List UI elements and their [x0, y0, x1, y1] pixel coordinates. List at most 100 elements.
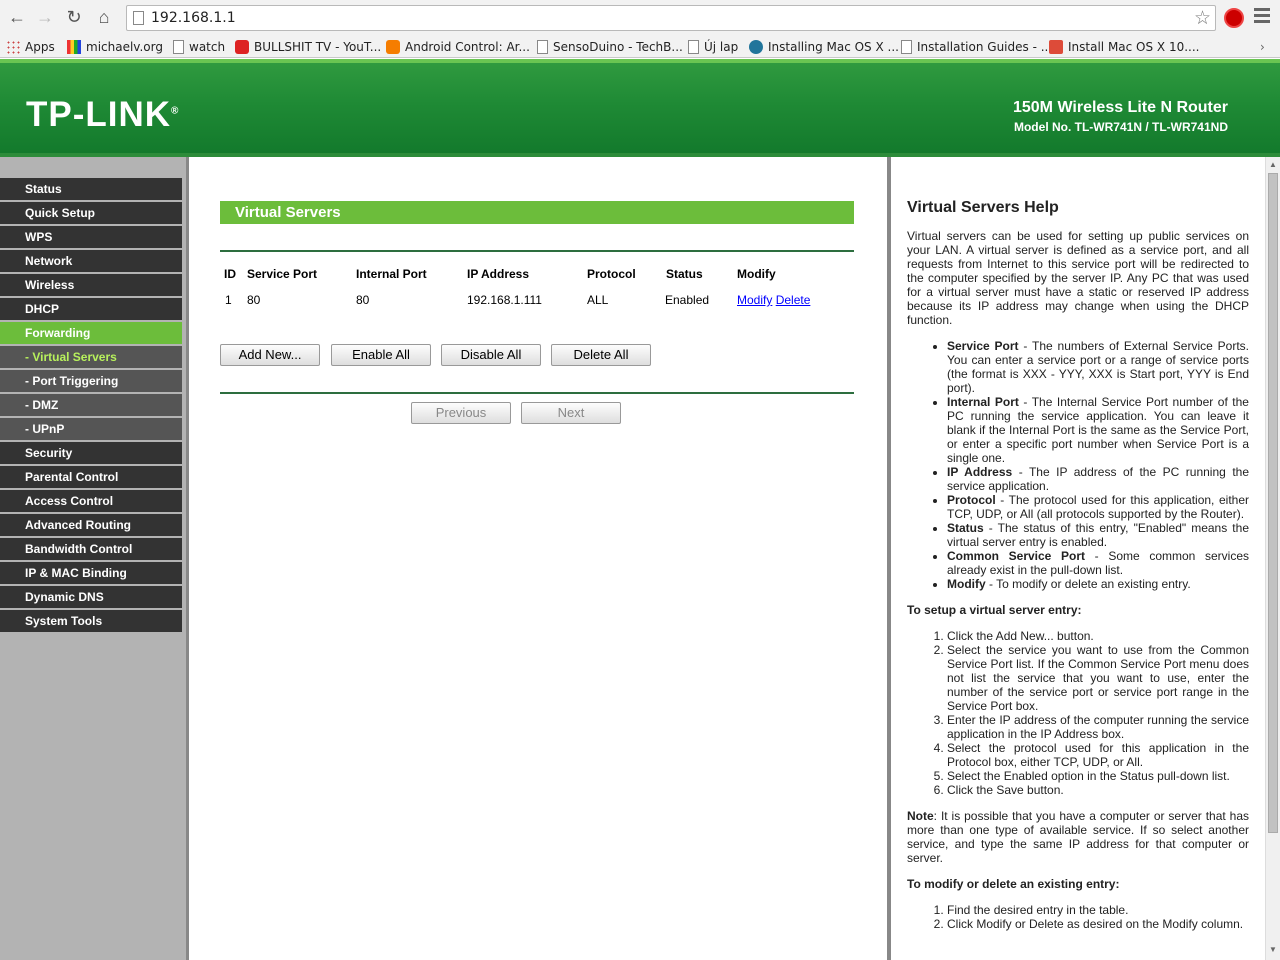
sidebar-item-virtual-servers[interactable]: - Virtual Servers: [0, 346, 182, 368]
browser-toolbar: ← → ↻ ⌂ 192.168.1.1 ☆: [0, 0, 1280, 36]
bookmark-sensoduino[interactable]: SensoDuino - TechB...: [537, 39, 683, 55]
site-icon: [67, 40, 81, 54]
scroll-down-icon[interactable]: ▼: [1269, 945, 1277, 954]
bookmark-label: BULLSHIT TV - YouT...: [254, 40, 382, 54]
scroll-thumb[interactable]: [1268, 173, 1278, 833]
url-text[interactable]: 192.168.1.1: [151, 10, 236, 26]
bookmark-michaelv[interactable]: michaelv.org: [67, 39, 163, 55]
column-header-modify: Modify: [737, 267, 776, 281]
bookmark-install-mac[interactable]: Install Mac OS X 10....: [1049, 39, 1200, 55]
help-step: Select the protocol used for this applic…: [947, 741, 1249, 769]
modify-link[interactable]: Modify: [737, 293, 772, 307]
help-field: Service Port - The numbers of External S…: [947, 339, 1249, 395]
sidebar-item-system-tools[interactable]: System Tools: [0, 610, 182, 632]
google-plus-icon: [1049, 40, 1063, 54]
bookmark-installation-guides[interactable]: Installation Guides - ...: [901, 39, 1052, 55]
bookmarks-overflow-icon[interactable]: ›: [1260, 39, 1265, 55]
bookmark-android-control[interactable]: Android Control: Ar...: [386, 39, 530, 55]
help-field-term: Status: [947, 521, 984, 535]
help-modify-steps: Find the desired entry in the table. Cli…: [947, 903, 1249, 931]
help-note-text: : It is possible that you have a compute…: [907, 809, 1249, 865]
help-setup-heading-text: To setup a virtual server entry: [907, 603, 1078, 617]
help-field-term: Protocol: [947, 493, 996, 507]
menu-icon[interactable]: [1254, 8, 1270, 26]
delete-link[interactable]: Delete: [776, 293, 811, 307]
help-field-term: IP Address: [947, 465, 1013, 479]
add-new-button[interactable]: Add New...: [220, 344, 320, 366]
sidebar-item-upnp[interactable]: - UPnP: [0, 418, 182, 440]
main-content: Virtual Servers ID Service Port Internal…: [189, 157, 887, 960]
bookmark-label: Installing Mac OS X ...: [768, 40, 899, 54]
back-arrow-icon[interactable]: ←: [6, 6, 28, 28]
sidebar-item-forwarding[interactable]: Forwarding: [0, 322, 182, 344]
bookmark-label: Installation Guides - ...: [917, 40, 1053, 54]
help-field-term: Common Service Port: [947, 549, 1086, 563]
enable-all-button[interactable]: Enable All: [331, 344, 431, 366]
column-header-ip-address: IP Address: [467, 267, 530, 281]
sidebar-item-wireless[interactable]: Wireless: [0, 274, 182, 296]
bookmark-apps[interactable]: Apps: [6, 39, 55, 55]
bookmark-uj-lap[interactable]: Új lap: [688, 39, 738, 55]
cell-protocol: ALL: [587, 293, 609, 307]
help-step: Click Modify or Delete as desired on the…: [947, 917, 1249, 931]
logo-registered-mark: ®: [171, 105, 180, 117]
sidebar-item-dynamic-dns[interactable]: Dynamic DNS: [0, 586, 182, 608]
sidebar-item-network[interactable]: Network: [0, 250, 182, 272]
help-field: Status - The status of this entry, "Enab…: [947, 521, 1249, 549]
home-icon[interactable]: ⌂: [93, 6, 115, 28]
sidebar-item-access-control[interactable]: Access Control: [0, 490, 182, 512]
help-setup-heading: To setup a virtual server entry:: [907, 603, 1082, 617]
help-field-term: Modify: [947, 577, 986, 591]
sidebar-item-ip-mac-binding[interactable]: IP & MAC Binding: [0, 562, 182, 584]
forward-arrow-icon[interactable]: →: [34, 6, 56, 28]
wordpress-icon: [749, 40, 763, 54]
help-field-desc: - To modify or delete an existing entry.: [985, 577, 1191, 591]
product-name: 150M Wireless Lite N Router: [1012, 99, 1228, 116]
disable-all-button[interactable]: Disable All: [441, 344, 541, 366]
help-scrollbar[interactable]: ▲ ▼: [1265, 157, 1280, 960]
model-number: Model No. TL-WR741N / TL-WR741ND: [1013, 120, 1228, 134]
bookmark-installing-mac[interactable]: Installing Mac OS X ...: [749, 39, 899, 55]
column-header-id: ID: [224, 267, 236, 281]
bookmark-label: Install Mac OS X 10....: [1068, 40, 1200, 54]
cell-status: Enabled: [665, 293, 710, 307]
sidebar-item-dhcp[interactable]: DHCP: [0, 298, 182, 320]
help-step: Select the Enabled option in the Status …: [947, 769, 1249, 783]
help-modify-heading-text: To modify or delete an existing entry: [907, 877, 1116, 891]
bookmark-star-icon[interactable]: ☆: [1194, 7, 1211, 30]
next-button[interactable]: Next: [521, 402, 621, 424]
divider: [220, 250, 854, 252]
help-step: Enter the IP address of the computer run…: [947, 713, 1249, 741]
sidebar-item-advanced-routing[interactable]: Advanced Routing: [0, 514, 182, 536]
sidebar-item-port-triggering[interactable]: - Port Triggering: [0, 370, 182, 392]
sidebar-item-security[interactable]: Security: [0, 442, 182, 464]
bookmark-bullshit-tv[interactable]: BULLSHIT TV - YouT...: [235, 39, 381, 55]
bookmark-label: watch: [189, 40, 226, 54]
bookmark-watch[interactable]: watch: [173, 39, 225, 55]
scroll-up-icon[interactable]: ▲: [1269, 160, 1277, 169]
bookmark-label: Új lap: [704, 40, 739, 54]
reload-icon[interactable]: ↻: [63, 6, 85, 28]
page-icon: [173, 40, 184, 54]
blogger-icon: [386, 40, 400, 54]
previous-button[interactable]: Previous: [411, 402, 511, 424]
help-field: IP Address - The IP address of the PC ru…: [947, 465, 1249, 493]
sidebar-item-parental-control[interactable]: Parental Control: [0, 466, 182, 488]
help-intro: Virtual servers can be used for setting …: [907, 229, 1249, 327]
cell-ip-address: 192.168.1.111: [467, 293, 542, 307]
sidebar-item-wps[interactable]: WPS: [0, 226, 182, 248]
sidebar-item-status[interactable]: Status: [0, 178, 182, 200]
bookmark-label: Android Control: Ar...: [405, 40, 530, 54]
sidebar-item-bandwidth-control[interactable]: Bandwidth Control: [0, 538, 182, 560]
delete-all-button[interactable]: Delete All: [551, 344, 651, 366]
column-header-protocol: Protocol: [587, 267, 636, 281]
address-bar[interactable]: 192.168.1.1 ☆: [126, 5, 1216, 31]
cell-modify: Modify Delete: [737, 293, 810, 307]
help-field-term: Service Port: [947, 339, 1019, 353]
help-note: Note: It is possible that you have a com…: [907, 809, 1249, 865]
bookmark-label: SensoDuino - TechB...: [553, 40, 683, 54]
extension-stop-icon[interactable]: [1224, 8, 1244, 28]
help-field: Modify - To modify or delete an existing…: [947, 577, 1249, 591]
sidebar-item-dmz[interactable]: - DMZ: [0, 394, 182, 416]
sidebar-item-quick-setup[interactable]: Quick Setup: [0, 202, 182, 224]
